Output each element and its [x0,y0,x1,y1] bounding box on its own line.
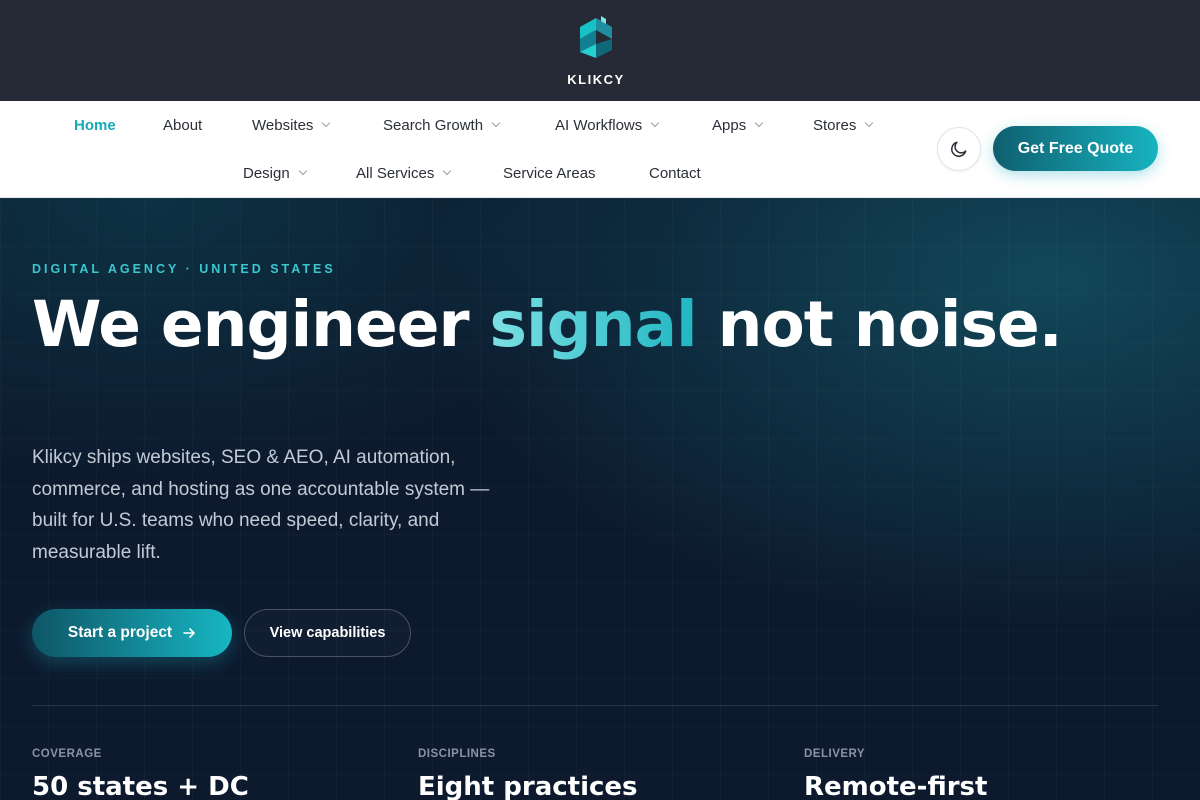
nav-item-label: Apps [712,116,747,134]
nav-item-contact[interactable]: Contact [649,162,701,184]
theme-toggle-button[interactable] [937,127,981,171]
chevron-down-icon [322,118,331,128]
brand-name: KLIKCY [567,72,625,87]
start-project-label: Start a project [67,624,173,641]
nav-item-search-growth[interactable]: Search Growth [383,114,501,136]
get-free-quote-button[interactable]: Get Free Quote [993,126,1158,171]
nav-item-service-areas[interactable]: Service Areas [503,162,596,184]
hero-eyebrow: DIGITAL AGENCY · UNITED STATES [32,262,336,276]
stat-delivery: DELIVERY Remote-first [804,748,1144,800]
nav-item-label: All Services [356,164,435,182]
nav-item-label: Service Areas [503,164,596,182]
nav-item-label: Contact [649,164,701,182]
view-capabilities-button[interactable]: View capabilities [244,609,411,657]
nav-item-label: About [163,116,203,134]
stat-coverage: COVERAGE 50 states + DC [32,748,372,800]
logo-mark-icon [580,16,612,58]
chevron-down-icon [754,118,764,128]
brand-logo[interactable]: KLIKCY [561,14,631,88]
nav-item-ai-workflows[interactable]: AI Workflows [555,114,660,136]
hero-section: DIGITAL AGENCY · UNITED STATES We engine… [0,198,1200,800]
stat-label: COVERAGE [32,748,102,760]
hero-headline: We engineer signal not noise. [32,293,1152,356]
stat-value: Remote-first [804,772,988,800]
start-project-button[interactable]: Start a project [32,609,232,657]
headline-part-1: We engineer [32,288,490,361]
chevron-down-icon [651,118,660,128]
chevron-down-icon [491,118,501,128]
nav-item-label: Websites [252,116,314,134]
top-header: KLIKCY [0,0,1200,101]
stat-disciplines: DISCIPLINES Eight practices [418,748,758,800]
chevron-down-icon [443,166,452,176]
hero-description: Klikcy ships websites, SEO & AEO, AI aut… [32,447,490,564]
nav-item-apps[interactable]: Apps [712,114,764,136]
arrow-right-icon [183,628,195,638]
chevron-down-icon [298,166,307,176]
stat-value: Eight practices [418,772,638,800]
nav-item-label: Design [243,164,290,182]
stat-value: 50 states + DC [32,772,249,800]
nav-item-design[interactable]: Design [243,162,307,184]
hero-divider [32,705,1158,706]
nav-item-stores[interactable]: Stores [813,114,874,136]
moon-icon [951,141,967,157]
chevron-down-icon [865,118,874,128]
nav-item-label: Home [74,116,116,134]
nav-item-label: Search Growth [383,116,484,134]
nav-item-all-services[interactable]: All Services [356,162,452,184]
headline-accent: signal [489,288,698,361]
nav-item-about[interactable]: About [163,114,202,136]
nav-item-label: AI Workflows [555,116,643,134]
stat-label: DELIVERY [804,748,866,760]
nav-item-websites[interactable]: Websites [252,114,331,136]
headline-part-2: not noise. [696,288,1063,361]
nav-item-home[interactable]: Home [74,114,116,136]
stat-label: DISCIPLINES [418,748,496,760]
nav-item-label: Stores [813,116,857,134]
